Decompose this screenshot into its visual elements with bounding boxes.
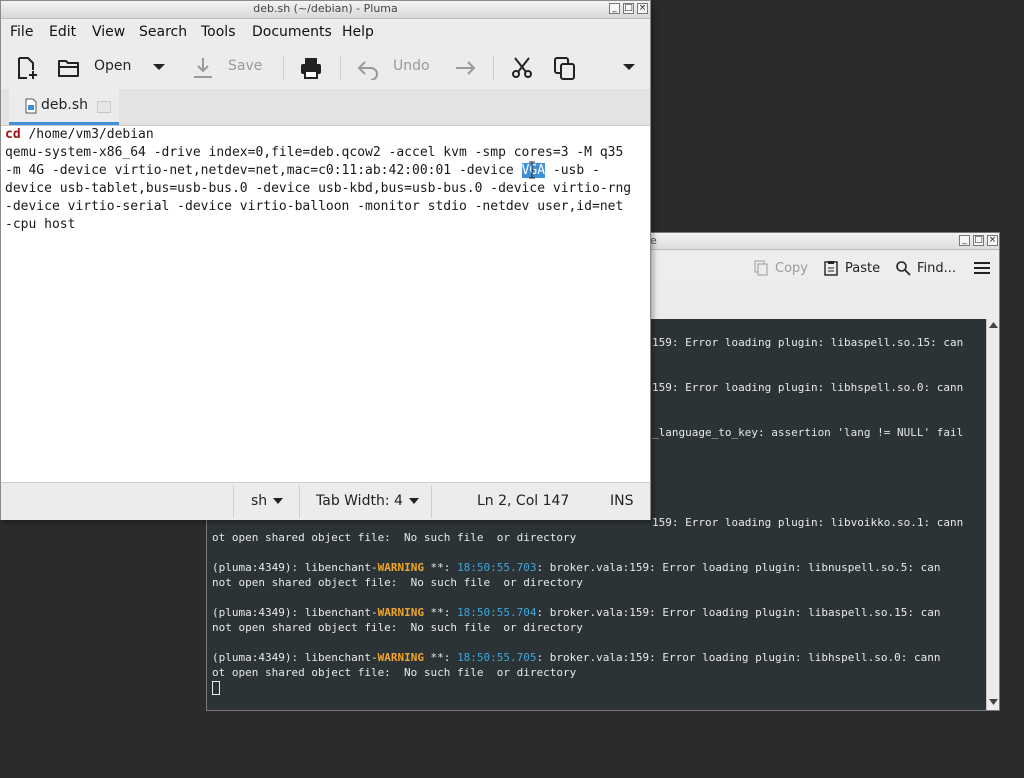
menu-help[interactable]: Help: [342, 24, 374, 40]
search-icon: [896, 261, 911, 276]
paste-icon: [824, 261, 838, 276]
insert-mode: INS: [610, 493, 634, 509]
copy-icon: [754, 260, 768, 276]
terminal-line: (pluma:4349): libenchant-WARNING **: 18:…: [212, 651, 941, 664]
scroll-down-icon[interactable]: [989, 699, 998, 705]
redo-icon[interactable]: [453, 56, 477, 80]
undo-button[interactable]: Undo: [393, 58, 430, 74]
undo-icon[interactable]: [356, 56, 380, 80]
toolbar-divider: [283, 55, 284, 81]
close-icon[interactable]: ×: [987, 235, 998, 246]
menu-view[interactable]: View: [92, 24, 125, 40]
overflow-chevron-icon[interactable]: [622, 60, 636, 74]
paste-label: Paste: [845, 260, 881, 276]
terminal-line: ot open shared object file: No such file…: [212, 666, 577, 679]
menu-file[interactable]: File: [10, 24, 33, 40]
terminal-scrollbar[interactable]: [986, 319, 999, 710]
text-cursor-icon: [529, 161, 535, 179]
language-selector[interactable]: sh: [251, 493, 284, 509]
minimize-icon[interactable]: _: [609, 3, 620, 14]
menu-search[interactable]: Search: [139, 24, 187, 40]
toolbar-divider: [340, 55, 341, 81]
find-label: Find...: [917, 260, 957, 276]
script-file-icon: [25, 98, 37, 114]
terminal-line: 159: Error loading plugin: libaspell.so.…: [652, 336, 964, 349]
terminal-line: 159: Error loading plugin: libvoikko.so.…: [652, 516, 964, 529]
minimize-icon[interactable]: _: [959, 235, 970, 246]
copy-icon[interactable]: [553, 56, 577, 80]
terminal-line: (pluma:4349): libenchant-WARNING **: 18:…: [212, 606, 941, 619]
maximize-icon[interactable]: □: [973, 235, 984, 246]
pluma-titlebar[interactable]: deb.sh (~/debian) - Pluma _ □ ×: [1, 1, 650, 19]
toolbar-divider: [493, 55, 494, 81]
pluma-window[interactable]: deb.sh (~/debian) - Pluma _ □ × File Edi…: [0, 0, 651, 520]
terminal-cursor: [212, 680, 220, 695]
chevron-down-icon: [408, 498, 419, 504]
terminal-line: not open shared object file: No such fil…: [212, 621, 583, 634]
maximize-icon[interactable]: □: [623, 3, 634, 14]
new-document-icon[interactable]: [15, 56, 39, 80]
status-divider: [299, 485, 300, 518]
status-divider: [233, 485, 234, 518]
print-icon[interactable]: [299, 56, 323, 80]
code-line: qemu-system-x86_64 -drive index=0,file=d…: [5, 145, 624, 160]
statusbar: sh Tab Width: 4 Ln 2, Col 147 INS: [1, 482, 650, 520]
save-icon[interactable]: [191, 56, 215, 80]
open-folder-icon[interactable]: [57, 56, 81, 80]
tab-label: deb.sh: [41, 97, 89, 113]
terminal-line: 159: Error loading plugin: libhspell.so.…: [652, 381, 964, 394]
menubar: File Edit View Search Tools Documents He…: [1, 19, 650, 47]
chevron-down-icon: [273, 498, 284, 504]
code-line: -device virtio-serial -device virtio-bal…: [5, 199, 624, 214]
open-button[interactable]: Open: [94, 58, 131, 74]
copy-button[interactable]: Copy: [753, 258, 808, 278]
code-line: cd /home/vm3/debian: [5, 127, 154, 142]
hamburger-menu-icon: [974, 262, 990, 274]
cursor-position: Ln 2, Col 147: [477, 493, 570, 509]
terminal-line: _language_to_key: assertion 'lang != NUL…: [652, 426, 964, 439]
tab-deb-sh[interactable]: deb.sh: [9, 89, 119, 125]
code-line: -cpu host: [5, 217, 76, 232]
close-icon[interactable]: ×: [637, 3, 648, 14]
menu-tools[interactable]: Tools: [201, 24, 236, 40]
tab-width-selector[interactable]: Tab Width: 4: [316, 493, 419, 509]
chevron-down-icon[interactable]: [152, 60, 166, 74]
menu-edit[interactable]: Edit: [49, 24, 76, 40]
tab-close-icon[interactable]: [97, 101, 111, 113]
copy-label: Copy: [775, 260, 808, 276]
terminal-line: not open shared object file: No such fil…: [212, 576, 583, 589]
scroll-up-icon[interactable]: [989, 322, 998, 328]
paste-button[interactable]: Paste: [823, 258, 880, 278]
window-title: deb.sh (~/debian) - Pluma: [253, 2, 398, 15]
menu-button[interactable]: [973, 258, 991, 278]
cut-icon[interactable]: [510, 56, 534, 80]
text-editor[interactable]: cd /home/vm3/debian qemu-system-x86_64 -…: [1, 126, 650, 482]
menu-documents[interactable]: Documents: [252, 24, 332, 40]
save-button[interactable]: Save: [228, 58, 262, 74]
code-line: -m 4G -device virtio-net,netdev=net,mac=…: [5, 163, 600, 178]
code-line: device usb-tablet,bus=usb-bus.0 -device …: [5, 181, 632, 196]
terminal-line: (pluma:4349): libenchant-WARNING **: 18:…: [212, 561, 941, 574]
document-tabs: deb.sh: [1, 89, 650, 126]
find-button[interactable]: Find...: [895, 258, 956, 278]
status-divider: [431, 485, 432, 518]
toolbar: Open Save Undo: [1, 47, 650, 89]
terminal-line: ot open shared object file: No such file…: [212, 531, 577, 544]
